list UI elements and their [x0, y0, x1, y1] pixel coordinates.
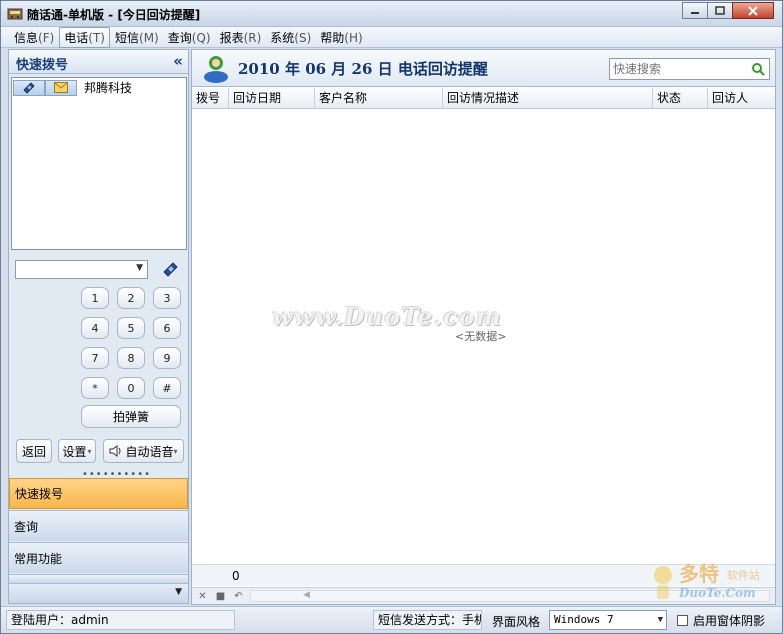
nav-query[interactable]: 查询 — [9, 510, 188, 541]
minimize-icon — [691, 11, 699, 14]
maximize-button[interactable] — [707, 2, 733, 19]
column-customer-name[interactable]: 客户名称 — [315, 88, 443, 109]
window-shadow-label: 启用窗体阴影 — [693, 614, 766, 628]
nav-spacer — [9, 574, 188, 583]
sms-send-mode: 短信发送方式：手机 — [373, 610, 482, 630]
flash-key-button[interactable]: 拍弹簧 — [81, 405, 181, 428]
phone-icon — [23, 81, 35, 94]
back-button[interactable]: 返回 — [16, 439, 52, 463]
logged-in-user: 登陆用户：admin — [6, 610, 235, 630]
window-title: 随话通-单机版 - [今日回访提醒] — [27, 8, 201, 22]
search-input[interactable] — [610, 59, 740, 79]
key-1[interactable]: 1 — [81, 287, 109, 309]
dropdown-arrow-icon: ▾ — [87, 446, 92, 456]
svg-text:软件站: 软件站 — [727, 568, 760, 582]
collapse-icon[interactable]: « — [173, 52, 183, 70]
contact-list[interactable]: 邦腾科技 — [11, 77, 187, 250]
window-shadow-checkbox[interactable] — [677, 615, 688, 626]
row-count: 0 — [232, 569, 240, 583]
ui-style-select[interactable]: Windows 7 ▼ — [549, 610, 667, 630]
quick-search-box — [609, 58, 770, 80]
auto-voice-button[interactable]: 自动语音 ▾ — [103, 439, 184, 463]
key-3[interactable]: 3 — [153, 287, 181, 309]
nav-common-functions[interactable]: 常用功能 — [9, 542, 188, 573]
key-6[interactable]: 6 — [153, 317, 181, 339]
ui-style-value: Windows 7 — [554, 613, 614, 626]
ui-style-label: 界面风格 — [492, 615, 541, 629]
page-title: 2010 年 06 月 26 日 电话回访提醒 — [238, 60, 488, 78]
column-dial[interactable]: 拨号 — [192, 88, 229, 109]
key-5[interactable]: 5 — [117, 317, 145, 339]
menu-system[interactable]: 系统(S) — [266, 28, 315, 47]
minimize-button[interactable] — [682, 2, 708, 19]
key-0[interactable]: 0 — [117, 377, 145, 399]
phone-call-button[interactable] — [13, 79, 45, 96]
empty-state-text: <无数据> — [455, 330, 507, 343]
watermark: www.DuoTe.com — [272, 302, 502, 331]
chevron-down-icon: ▼ — [657, 615, 663, 625]
key-2[interactable]: 2 — [117, 287, 145, 309]
svg-text:多特: 多特 — [679, 562, 719, 586]
dial-phone-icon[interactable] — [161, 260, 179, 278]
nav-quick-dial[interactable]: 快速拨号 — [9, 478, 188, 509]
menu-help[interactable]: 帮助(H) — [316, 28, 366, 47]
list-item[interactable]: 邦腾科技 — [13, 79, 132, 96]
main-header: 2010 年 06 月 26 日 电话回访提醒 — [192, 50, 775, 87]
column-description[interactable]: 回访情况描述 — [443, 88, 653, 109]
chevron-down-icon: ▼ — [175, 587, 182, 597]
menu-sms[interactable]: 短信(M) — [111, 28, 163, 47]
app-window: 随话通-单机版 - [今日回访提醒] 信息(F) 电话(T) 短信(M) 查询(… — [0, 0, 783, 634]
key-7[interactable]: 7 — [81, 347, 109, 369]
maximize-icon — [715, 6, 725, 15]
stop-icon[interactable]: ■ — [212, 589, 229, 603]
status-bar: 登陆用户：admin 短信发送方式：手机 界面风格 Windows 7 ▼ 启用… — [1, 606, 782, 633]
title-bar: 随话通-单机版 - [今日回访提醒] — [1, 1, 782, 27]
contact-name: 邦腾科技 — [84, 81, 133, 95]
scroll-left-icon[interactable]: ◀ — [303, 590, 310, 600]
column-callback-date[interactable]: 回访日期 — [229, 88, 315, 109]
chevron-down-icon: ▼ — [136, 263, 143, 273]
settings-label: 设置 — [62, 444, 87, 459]
nav-overflow[interactable]: ▼ — [9, 583, 188, 603]
app-icon — [7, 8, 23, 20]
dial-number-combo[interactable]: ▼ — [15, 260, 148, 279]
panel-header: 快速拨号 « — [9, 50, 188, 74]
undo-icon[interactable]: ↶ — [230, 589, 247, 603]
column-visitor[interactable]: 回访人 — [708, 88, 775, 109]
svg-text:DuoTe.Com: DuoTe.Com — [678, 586, 756, 600]
key-4[interactable]: 4 — [81, 317, 109, 339]
settings-button[interactable]: 设置 ▾ — [58, 439, 96, 463]
panel-title: 快速拨号 — [16, 58, 69, 73]
auto-voice-label: 自动语音 — [125, 444, 174, 459]
menu-query[interactable]: 查询(Q) — [164, 28, 215, 47]
sms-button[interactable] — [45, 79, 77, 96]
menu-phone[interactable]: 电话(T) — [59, 26, 110, 48]
close-button[interactable] — [732, 2, 774, 19]
menu-info[interactable]: 信息(F) — [10, 28, 58, 47]
speaker-icon — [109, 445, 121, 457]
envelope-icon — [54, 82, 68, 93]
close-icon — [748, 5, 758, 16]
column-status[interactable]: 状态 — [653, 88, 708, 109]
search-icon[interactable] — [751, 62, 765, 76]
quick-dial-panel: 快速拨号 « 邦腾科技 ▼ 1 2 3 4 5 6 7 8 9 * 0 # 拍弹… — [8, 49, 189, 604]
key-9[interactable]: 9 — [153, 347, 181, 369]
duote-logo: 多特 软件站 DuoTe.Com — [654, 562, 760, 600]
table-header: 拨号 回访日期 客户名称 回访情况描述 状态 回访人 — [192, 88, 775, 109]
menu-bar: 信息(F) 电话(T) 短信(M) 查询(Q) 报表(R) 系统(S) 帮助(H… — [1, 26, 782, 48]
dropdown-arrow-icon: ▾ — [173, 446, 178, 456]
callback-reminder-panel: 2010 年 06 月 26 日 电话回访提醒 拨号 回访日期 客户名称 回访情… — [191, 49, 776, 605]
key-hash[interactable]: # — [153, 377, 181, 399]
key-8[interactable]: 8 — [117, 347, 145, 369]
key-star[interactable]: * — [81, 377, 109, 399]
person-icon — [204, 56, 228, 83]
cancel-icon[interactable]: ✕ — [194, 589, 211, 603]
menu-report[interactable]: 报表(R) — [216, 28, 266, 47]
